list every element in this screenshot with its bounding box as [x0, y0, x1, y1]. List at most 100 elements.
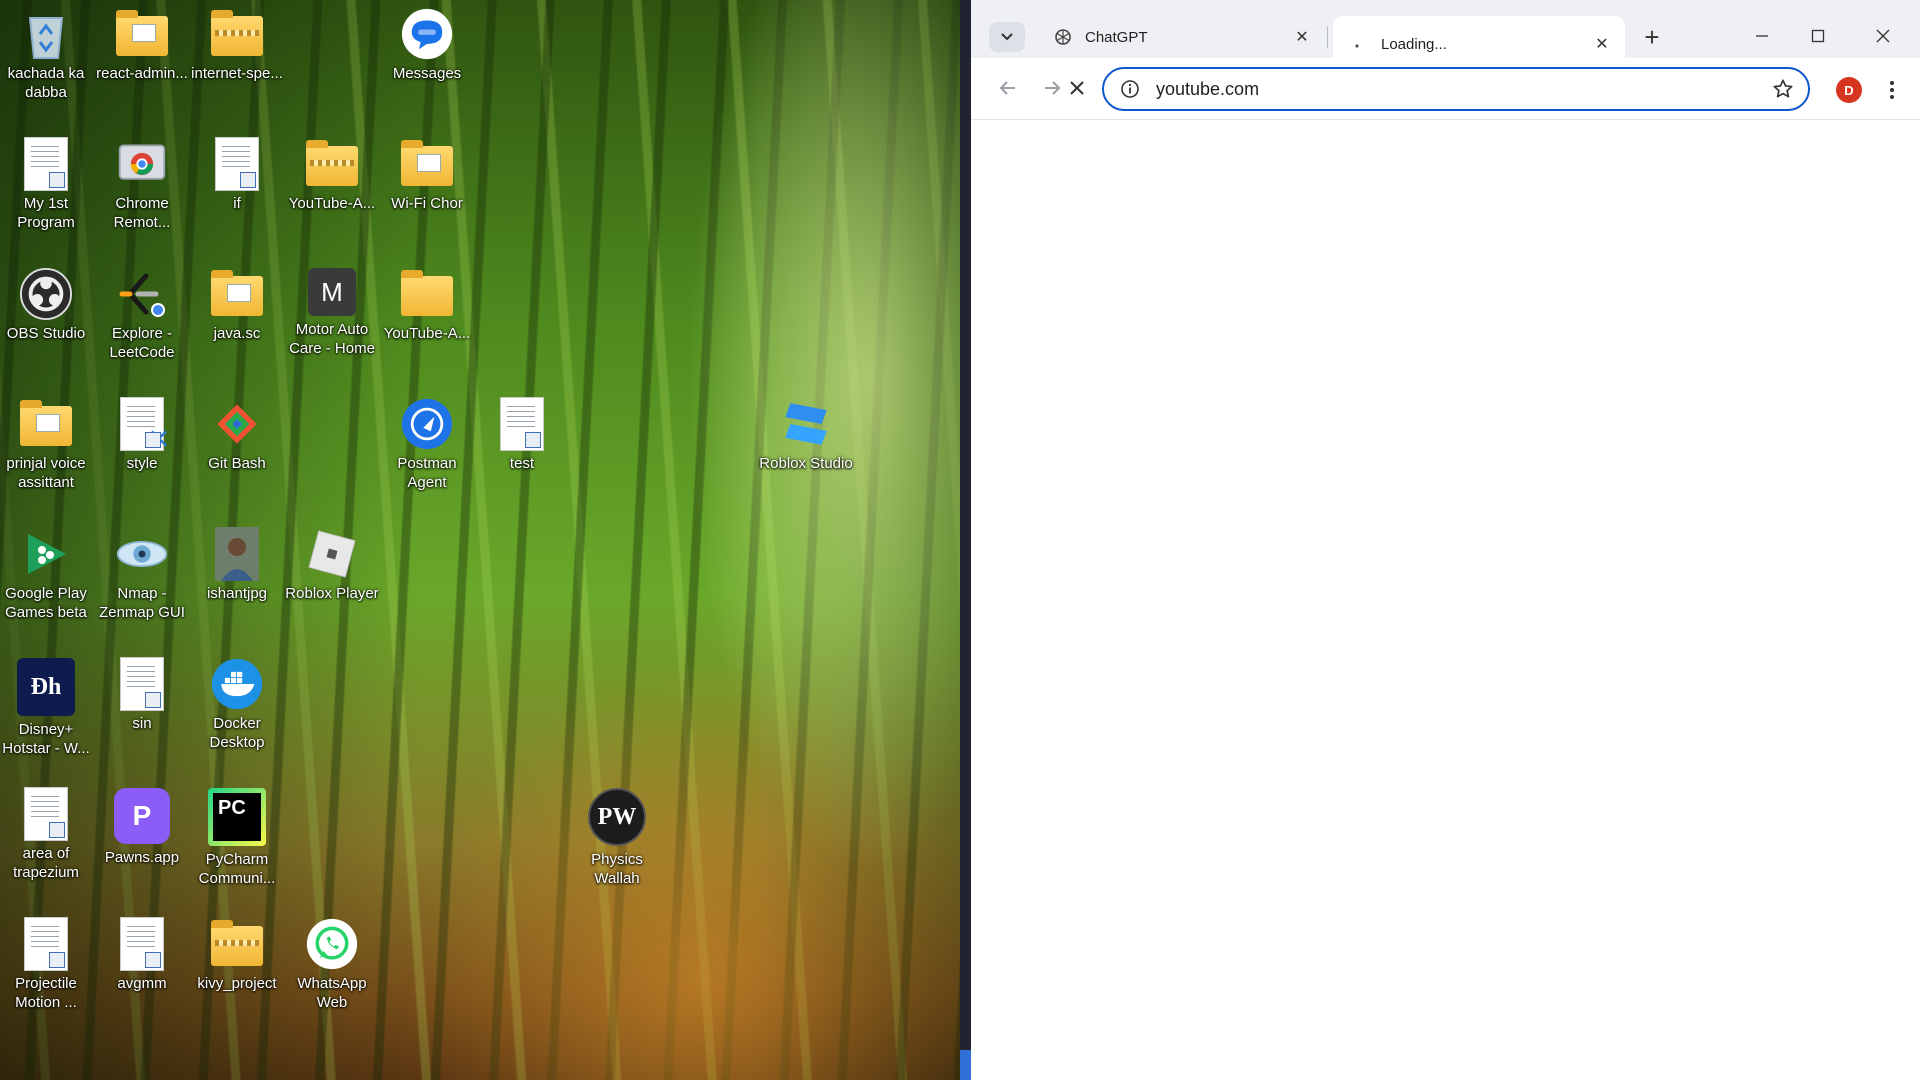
leetcode-icon [116, 268, 168, 320]
desktop-icon-label: area of trapezium [13, 845, 79, 881]
desktop-icon-label: Wi-Fi Chor [391, 195, 463, 212]
more-vert-icon [1890, 81, 1894, 99]
tab-title: Loading... [1381, 35, 1447, 53]
desktop-icon-label: Roblox Studio [759, 455, 853, 472]
desktop-icon-label: kachada ka dabba [7, 65, 85, 101]
desktop-icon-pycharm[interactable]: PC PyCharm Communi... [191, 788, 283, 888]
desktop-icon-roblox-player[interactable]: Roblox Player [285, 528, 379, 603]
desktop-icon-explore-leetcode[interactable]: Explore - LeetCode [96, 268, 188, 362]
bookmark-star-icon[interactable] [1766, 72, 1800, 106]
maximize-button[interactable] [1790, 16, 1846, 56]
desktop-icon-kachada-ka-dabba[interactable]: kachada ka dabba [0, 8, 92, 102]
desktop-icon-label: sin [132, 715, 152, 732]
desktop-icon-postman-agent[interactable]: Postman Agent [381, 398, 473, 492]
desktop-icon-label: Roblox Player [285, 585, 379, 602]
pycharm-icon-glyph: PC [213, 793, 261, 841]
desktop-icon-docker-desktop[interactable]: Docker Desktop [191, 658, 283, 752]
tab-chatgpt[interactable]: ChatGPT ✕ [1037, 16, 1325, 58]
desktop-icon-messages[interactable]: Messages [381, 8, 473, 83]
desktop-icon-roblox-studio[interactable]: Roblox Studio [759, 398, 853, 473]
messages-icon [401, 8, 453, 60]
document-icon [20, 787, 72, 841]
zip-folder-icon [211, 918, 263, 970]
desktop-icon-youtube-a-2[interactable]: YouTube-A... [381, 268, 473, 343]
loading-spinner-icon [1349, 34, 1369, 54]
desktop-icon-label: Postman Agent [397, 455, 457, 491]
vscode-file-icon: ⨉ [116, 397, 168, 451]
tab-search-button[interactable] [989, 22, 1025, 52]
desktop-icon-label: Explore - LeetCode [109, 325, 175, 361]
desktop-icon-sin[interactable]: sin [96, 657, 188, 733]
close-icon[interactable]: ✕ [1589, 31, 1615, 57]
desktop-icon-pawns-app[interactable]: P Pawns.app [96, 788, 188, 867]
minimize-button[interactable] [1734, 16, 1790, 56]
stop-loading-button[interactable] [1059, 70, 1095, 106]
address-input[interactable] [1156, 74, 1766, 104]
desktop-icon-projectile-motion[interactable]: Projectile Motion ... [0, 917, 92, 1012]
desktop-icon-label: Git Bash [208, 455, 266, 472]
window-edge-highlight [960, 1050, 971, 1080]
desktop-icon-label: prinjal voice assittant [6, 455, 86, 491]
desktop-icon-git-bash[interactable]: Git Bash [191, 398, 283, 473]
folder-icon [20, 398, 72, 450]
desktop-icon-wifi-chor[interactable]: Wi-Fi Chor [381, 138, 473, 213]
whatsapp-icon [306, 918, 358, 970]
desktop-icon-label: My 1st Program [17, 195, 75, 231]
roblox-player-icon [306, 528, 358, 580]
desktop-icon-if[interactable]: if [191, 137, 283, 213]
desktop-icon-youtube-a-1[interactable]: YouTube-A... [286, 138, 378, 213]
zip-folder-icon [306, 138, 358, 190]
document-icon [496, 397, 548, 451]
desktop-icon-label: Messages [392, 65, 462, 82]
desktop-icon-ishantjpg[interactable]: ishantjpg [191, 527, 283, 603]
desktop-icon-internet-spe[interactable]: internet-spe... [191, 8, 283, 83]
desktop-icon-motor-auto-care[interactable]: M Motor Auto Care - Home [286, 268, 378, 358]
nmap-eye-icon [116, 528, 168, 580]
docker-icon [211, 658, 263, 710]
desktop-icon-label: test [509, 455, 535, 472]
desktop-icon-label: Physics Wallah [591, 851, 643, 887]
obs-studio-icon [20, 268, 72, 320]
desktop-icon-physics-wallah[interactable]: PW Physics Wallah [571, 788, 663, 888]
profile-avatar[interactable]: D [1836, 77, 1862, 103]
browser-menu-button[interactable] [1877, 72, 1907, 108]
close-window-button[interactable] [1846, 16, 1920, 56]
desktop-icon-java-sc[interactable]: java.sc [191, 268, 283, 343]
desktop-icon-area-of-trapezium[interactable]: area of trapezium [0, 787, 92, 882]
browser-window: ChatGPT ✕ Loading... ✕ + youtube.com D [960, 0, 1920, 1080]
site-info-icon[interactable] [1118, 77, 1142, 101]
pycharm-icon: PC [208, 788, 266, 846]
close-icon [1876, 29, 1890, 43]
close-icon[interactable]: ✕ [1289, 24, 1315, 50]
desktop-icon-test[interactable]: test [476, 397, 568, 473]
folder-icon [401, 268, 453, 320]
desktop-icon-chrome-remote[interactable]: Chrome Remot... [96, 138, 188, 232]
folder-icon [401, 138, 453, 190]
desktop-icon-nmap-zenmap[interactable]: Nmap - Zenmap GUI [96, 528, 188, 622]
arrow-left-icon [999, 81, 1015, 95]
desktop-icon-obs-studio[interactable]: OBS Studio [0, 268, 92, 343]
back-button[interactable] [990, 70, 1026, 106]
page-viewport[interactable] [971, 120, 1920, 1080]
chevron-down-icon [1001, 33, 1013, 41]
desktop-icon-label: style [126, 455, 158, 472]
desktop-icon-label: YouTube-A... [383, 325, 471, 342]
desktop-icon-style[interactable]: ⨉ style [96, 397, 188, 473]
document-icon [20, 917, 72, 971]
desktop-icon-google-play-games-beta[interactable]: Google Play Games beta [0, 528, 92, 622]
folder-icon [211, 268, 263, 320]
stop-icon [1070, 81, 1084, 95]
document-icon [116, 917, 168, 971]
new-tab-button[interactable]: + [1635, 20, 1669, 54]
minimize-icon [1756, 35, 1768, 37]
desktop-icon-whatsapp-web[interactable]: WhatsApp Web [286, 918, 378, 1012]
physics-wallah-icon: PW [588, 788, 646, 846]
desktop-icon-prinjal-voice-assittant[interactable]: prinjal voice assittant [0, 398, 92, 492]
desktop-icon-disney-hotstar[interactable]: Ðh Disney+ Hotstar - W... [0, 658, 92, 758]
desktop-icon-my-1st-program[interactable]: My 1st Program [0, 137, 92, 232]
desktop-icon-label: if [233, 195, 241, 212]
address-bar[interactable] [1102, 67, 1810, 111]
desktop-icon-react-admin[interactable]: react-admin... [96, 8, 188, 83]
desktop-icon-kivy-project[interactable]: kivy_project [191, 918, 283, 993]
desktop-icon-avgmm[interactable]: avgmm [96, 917, 188, 993]
